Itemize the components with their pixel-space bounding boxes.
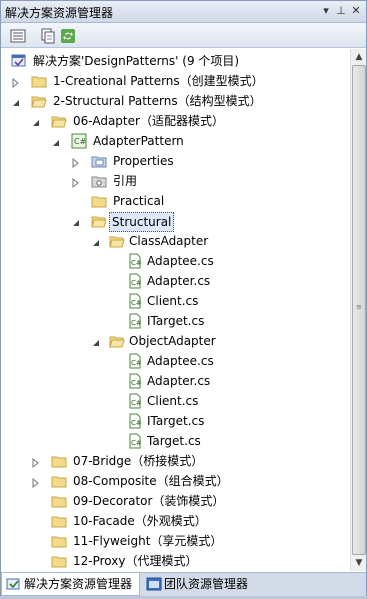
tree-item-label: AdapterPattern [93, 134, 184, 148]
tree-item-label: 12-Proxy（代理模式） [73, 554, 198, 568]
svg-text:C#: C# [131, 439, 142, 447]
csharp-file-icon: C# [127, 433, 143, 449]
svg-text:C#: C# [74, 137, 87, 146]
expand-icon[interactable] [31, 455, 41, 469]
refresh-icon[interactable] [59, 27, 76, 44]
svg-text:C#: C# [131, 319, 142, 327]
csharp-file-icon: C# [127, 413, 143, 429]
svg-text:C#: C# [131, 399, 142, 407]
collapse-icon[interactable] [71, 215, 81, 227]
solution-icon [11, 53, 27, 69]
pin-icon[interactable]: ⊥ [334, 4, 348, 18]
folder-open-icon [109, 333, 125, 349]
tree-item-label: ITarget.cs [147, 314, 205, 328]
tree-item-label: ObjectAdapter [129, 334, 216, 348]
csharp-file-icon: C# [127, 393, 143, 409]
svg-text:C#: C# [131, 419, 142, 427]
csharp-file-icon: C# [127, 313, 143, 329]
dropdown-icon[interactable]: ▾ [319, 4, 333, 18]
tree-item-label: Adaptee.cs [147, 354, 214, 368]
tree-item-label: ITarget.cs [147, 414, 205, 428]
collapse-icon[interactable] [91, 235, 101, 247]
scroll-down-icon[interactable]: ▼ [351, 555, 367, 571]
tree-item-label: 11-Flyweight（享元模式） [73, 534, 223, 548]
csharp-project-icon: C# [71, 133, 87, 149]
svg-text:C#: C# [131, 359, 142, 367]
tree-item-label: Practical [113, 194, 165, 208]
references-folder-icon [91, 173, 107, 189]
scroll-thumb[interactable]: ≡ [352, 65, 366, 555]
solution-explorer-icon [6, 576, 22, 592]
collapse-icon[interactable] [91, 335, 101, 347]
tree-item-label: 引用 [113, 174, 138, 188]
expand-icon[interactable] [71, 155, 81, 169]
svg-text:C#: C# [131, 279, 142, 287]
tree-item-label: Properties [113, 154, 174, 168]
folder-open-icon [51, 113, 67, 129]
team-explorer-icon [146, 576, 162, 592]
tab-team-explorer[interactable]: 团队资源管理器 [142, 573, 282, 596]
tab-label: 解决方案资源管理器 [24, 577, 133, 591]
collapse-icon[interactable] [11, 95, 21, 107]
tab-label: 团队资源管理器 [164, 577, 249, 591]
tree-item-label: Adapter.cs [147, 274, 211, 288]
expand-icon[interactable] [71, 175, 81, 189]
properties-icon[interactable] [9, 27, 26, 44]
collapse-icon[interactable] [51, 135, 61, 147]
tree-item-label: 2-Structural Patterns（结构型模式） [53, 94, 262, 108]
tree-item-label: Client.cs [147, 394, 199, 408]
window-title: 解决方案资源管理器 [5, 6, 114, 20]
properties-folder-icon [91, 153, 107, 169]
folder-icon [51, 453, 67, 469]
csharp-file-icon: C# [127, 253, 143, 269]
csharp-file-icon: C# [127, 293, 143, 309]
expand-icon[interactable] [11, 75, 21, 89]
expand-icon[interactable] [31, 475, 41, 489]
tree-item-label: 08-Composite（组合模式） [73, 474, 229, 488]
svg-text:C#: C# [131, 299, 142, 307]
collapse-icon[interactable] [31, 115, 41, 127]
folder-icon [51, 553, 67, 569]
tree-item-label: Target.cs [147, 434, 201, 448]
folder-icon [51, 533, 67, 549]
solution-tree[interactable]: 解决方案'DesignPatterns' (9 个项目) 1-Creationa… [1, 49, 350, 571]
folder-icon [51, 473, 67, 489]
tree-item-label: Client.cs [147, 294, 199, 308]
bottom-tab-strip: 解决方案资源管理器 团队资源管理器 [1, 572, 366, 596]
solution-explorer-panel: 解决方案资源管理器 ▾ ⊥ ✕ 解决方案'DesignPatterns' (9 … [0, 0, 367, 596]
csharp-file-icon: C# [127, 353, 143, 369]
show-all-files-icon[interactable] [39, 27, 56, 44]
tree-item-label: 09-Decorator（装饰模式） [73, 494, 225, 508]
tree-item-label: Adaptee.cs [147, 254, 214, 268]
folder-icon [91, 193, 107, 209]
tree-item-label: 07-Bridge（桥接模式） [73, 454, 204, 468]
title-bar: 解决方案资源管理器 ▾ ⊥ ✕ [1, 1, 366, 23]
svg-text:C#: C# [131, 379, 142, 387]
folder-icon [31, 73, 47, 89]
scroll-up-icon[interactable]: ▲ [351, 49, 367, 65]
folder-open-icon [109, 233, 125, 249]
folder-icon [51, 493, 67, 509]
tree-item-label: Adapter.cs [147, 374, 211, 388]
svg-text:C#: C# [131, 259, 142, 267]
folder-open-icon [31, 93, 47, 109]
vertical-scrollbar[interactable]: ▲ ≡ ▼ [350, 49, 366, 571]
tree-item-label: 1-Creational Patterns（创建型模式） [53, 74, 264, 88]
tree-item-label: 06-Adapter（适配器模式） [73, 114, 224, 128]
folder-icon [51, 513, 67, 529]
toolbar [1, 23, 366, 48]
tree-item-label-selected: Structural [109, 212, 175, 232]
csharp-file-icon: C# [127, 273, 143, 289]
tab-solution-explorer[interactable]: 解决方案资源管理器 [1, 573, 140, 596]
tree-item-label: 10-Facade（外观模式） [73, 514, 207, 528]
folder-open-icon [91, 213, 107, 229]
close-icon[interactable]: ✕ [349, 4, 363, 18]
csharp-file-icon: C# [127, 373, 143, 389]
tree-item-label: ClassAdapter [129, 234, 209, 248]
tree-item-label: 解决方案'DesignPatterns' (9 个项目) [33, 54, 240, 68]
grip-icon: ≡ [356, 303, 362, 311]
